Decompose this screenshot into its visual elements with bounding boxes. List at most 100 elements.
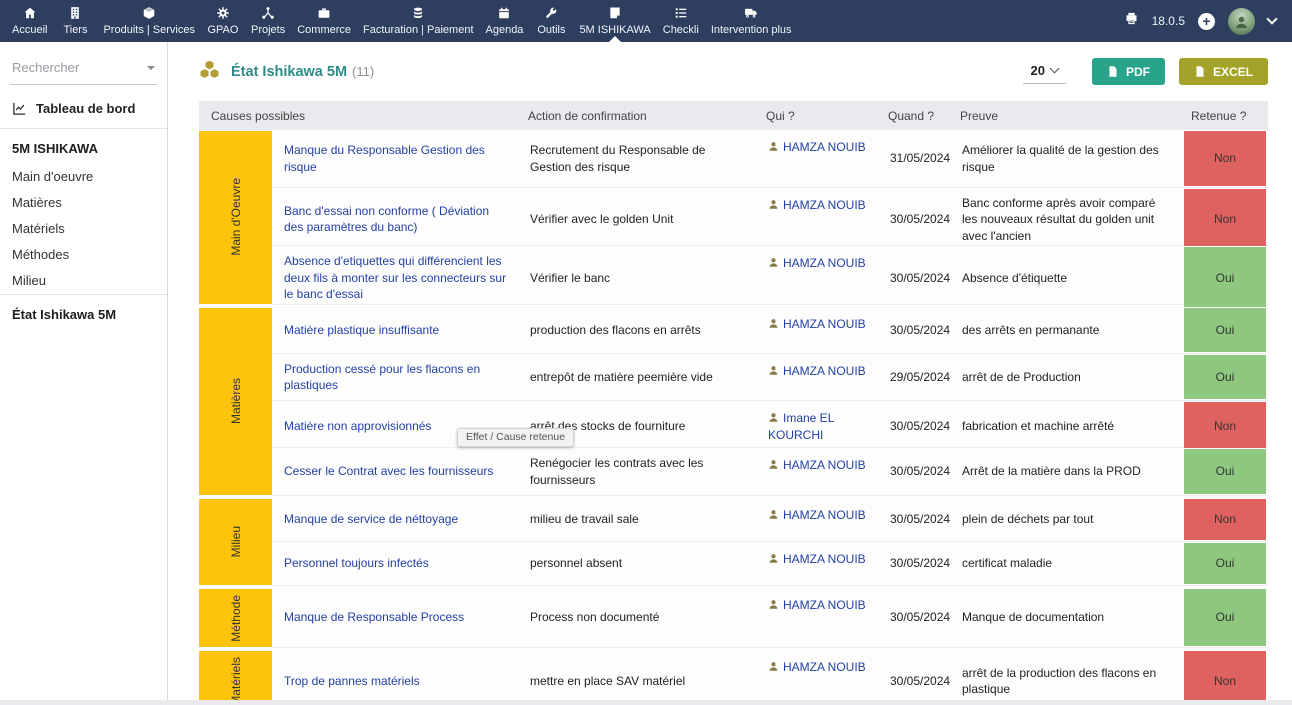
retenue-badge: Oui [1184, 589, 1266, 647]
preuve-cell: Absence d'étiquette [952, 246, 1183, 309]
sidebar-menu: Main d'oeuvreMatièresMatérielsMéthodesMi… [0, 164, 167, 294]
nav-item-gpao[interactable]: GPAO [201, 0, 245, 42]
date-cell: 30/05/2024 [880, 401, 952, 450]
action-cell: personnel absent [520, 542, 758, 585]
who-cell: HAMZA NOUIB [758, 307, 880, 353]
retenue-cell: Non [1183, 498, 1267, 541]
sidebar-item-matieres[interactable]: Matières [0, 190, 167, 216]
group-label-materiels: Matériels [199, 651, 272, 705]
nav-item-projets[interactable]: Projets [245, 0, 291, 42]
search-input[interactable]: Rechercher [10, 56, 157, 85]
retenue-badge: Non [1184, 189, 1266, 250]
cause-link[interactable]: Personnel toujours infectés [284, 555, 429, 571]
nav-item-intervention-plus[interactable]: Intervention plus [705, 0, 798, 42]
column-quand: Quand ? [880, 109, 952, 123]
nav-item-agenda[interactable]: Agenda [480, 0, 530, 42]
cause-link[interactable]: Matière plastique insuffisante [284, 322, 439, 338]
retenue-badge: Oui [1184, 543, 1266, 584]
cause-link[interactable]: Production cessé pour les flacons en pla… [284, 361, 510, 393]
page-size-select[interactable]: 20 [1023, 60, 1066, 84]
cause-cell: Banc d'essai non conforme ( Déviation de… [272, 188, 520, 251]
building-icon [68, 6, 82, 21]
nav-item-label: Produits | Services [103, 24, 195, 36]
coins-icon [411, 6, 425, 21]
home-icon [23, 6, 37, 21]
action-cell: Recrutement du Responsable de Gestion de… [520, 130, 758, 187]
ishikawa-table: Causes possibles Action de confirmation … [199, 101, 1268, 705]
cause-link[interactable]: Manque de service de néttoyage [284, 511, 458, 527]
nav-item-commerce[interactable]: Commerce [291, 0, 357, 42]
date-text: 29/05/2024 [890, 369, 950, 385]
calendar-icon [497, 6, 511, 21]
who-link[interactable]: HAMZA NOUIB [783, 317, 866, 331]
date-cell: 30/05/2024 [880, 542, 952, 585]
date-text: 30/05/2024 [890, 609, 950, 625]
who-link[interactable]: HAMZA NOUIB [783, 552, 866, 566]
nav-item-facturation-paiement[interactable]: Facturation | Paiement [357, 0, 479, 42]
who-link[interactable]: HAMZA NOUIB [783, 256, 866, 270]
who-link[interactable]: HAMZA NOUIB [783, 364, 866, 378]
group-milieu: MilieuManque de service de néttoyagemili… [199, 498, 1268, 586]
table-row: Personnel toujours infectés personnel abs… [272, 542, 1268, 586]
retenue-badge: Non [1184, 402, 1266, 449]
who-link[interactable]: HAMZA NOUIB [783, 458, 866, 472]
action-text: Renégocier les contrats avec les fournis… [530, 455, 748, 487]
who-link[interactable]: HAMZA NOUIB [783, 198, 866, 212]
date-cell: 30/05/2024 [880, 246, 952, 309]
nav-item-outils[interactable]: Outils [529, 0, 573, 42]
cause-link[interactable]: Banc d'essai non conforme ( Déviation de… [284, 203, 510, 235]
nav-item-label: Accueil [12, 24, 47, 36]
sidebar-item-materiels[interactable]: Matériels [0, 216, 167, 242]
who-link[interactable]: HAMZA NOUIB [783, 598, 866, 612]
preuve-text: certificat maladie [962, 555, 1052, 571]
preuve-cell: Banc conforme après avoir comparé les no… [952, 188, 1183, 251]
nav-item-label: Intervention plus [711, 24, 792, 36]
date-cell: 29/05/2024 [880, 354, 952, 400]
who-cell: HAMZA NOUIB [758, 130, 880, 187]
top-navbar: Accueil Tiers Produits | Services GPAOProje… [0, 0, 1292, 42]
action-text: milieu de travail sale [530, 511, 639, 527]
quick-add-button[interactable]: + [1198, 13, 1215, 30]
sidebar-item-main-d-oeuvre[interactable]: Main d'oeuvre [0, 164, 167, 190]
sidebar-item-etat-ishikawa-5m[interactable]: État Ishikawa 5M [0, 295, 167, 334]
who-link[interactable]: HAMZA NOUIB [783, 660, 866, 674]
date-cell: 30/05/2024 [880, 588, 952, 648]
cause-link[interactable]: Manque de Responsable Process [284, 609, 464, 625]
file-pdf-icon [1107, 65, 1119, 78]
sidebar-item-dashboard[interactable]: Tableau de bord [0, 85, 167, 128]
printer-icon[interactable] [1124, 11, 1139, 31]
sidebar-item-methodes[interactable]: Méthodes [0, 242, 167, 268]
preuve-text: Banc conforme après avoir comparé les no… [962, 195, 1173, 244]
nav-item-label: Commerce [297, 24, 351, 36]
network-icon [261, 6, 275, 21]
who-cell: HAMZA NOUIB [758, 588, 880, 648]
who-cell: HAMZA NOUIB [758, 542, 880, 585]
sidebar-item-milieu[interactable]: Milieu [0, 268, 167, 294]
action-text: Vérifier avec le golden Unit [530, 211, 673, 227]
retenue-cell: Oui [1183, 246, 1267, 309]
nav-item-accueil[interactable]: Accueil [6, 0, 53, 42]
group-rows: Trop de pannes matérielsmettre en place … [272, 650, 1268, 705]
cause-link[interactable]: Absence d'etiquettes qui différencient l… [284, 253, 510, 302]
excel-export-button[interactable]: EXCEL [1179, 58, 1268, 85]
nav-item-tiers[interactable]: Tiers [53, 0, 97, 42]
cause-link[interactable]: Cesser le Contrat avec les fournisseurs [284, 463, 493, 479]
action-text: production des flacons en arrêts [530, 322, 701, 338]
tooltip-effet-cause-retenue: Effet / Cause retenue [457, 428, 574, 447]
nav-item-produits-services[interactable]: Produits | Services [97, 0, 201, 42]
action-text: entrepôt de matière peemière vide [530, 369, 713, 385]
cause-link[interactable]: Manque du Responsable Gestion des risque [284, 142, 510, 174]
nav-item-checkli[interactable]: Checkli [657, 0, 705, 42]
cause-cell: Manque de Responsable Process [272, 588, 520, 648]
date-text: 30/05/2024 [890, 211, 950, 227]
user-avatar[interactable] [1228, 8, 1255, 35]
nav-item-5m-ishikawa[interactable]: 5M ISHIKAWA [573, 0, 656, 42]
preuve-cell: arrêt de de Production [952, 354, 1183, 400]
chevron-down-icon[interactable] [1266, 13, 1277, 24]
cause-link[interactable]: Matière non approvisionnés [284, 418, 431, 434]
pdf-export-button[interactable]: PDF [1092, 58, 1165, 85]
gear-icon [216, 6, 230, 21]
who-link[interactable]: HAMZA NOUIB [783, 140, 866, 154]
who-link[interactable]: HAMZA NOUIB [783, 508, 866, 522]
cause-link[interactable]: Trop de pannes matériels [284, 673, 420, 689]
